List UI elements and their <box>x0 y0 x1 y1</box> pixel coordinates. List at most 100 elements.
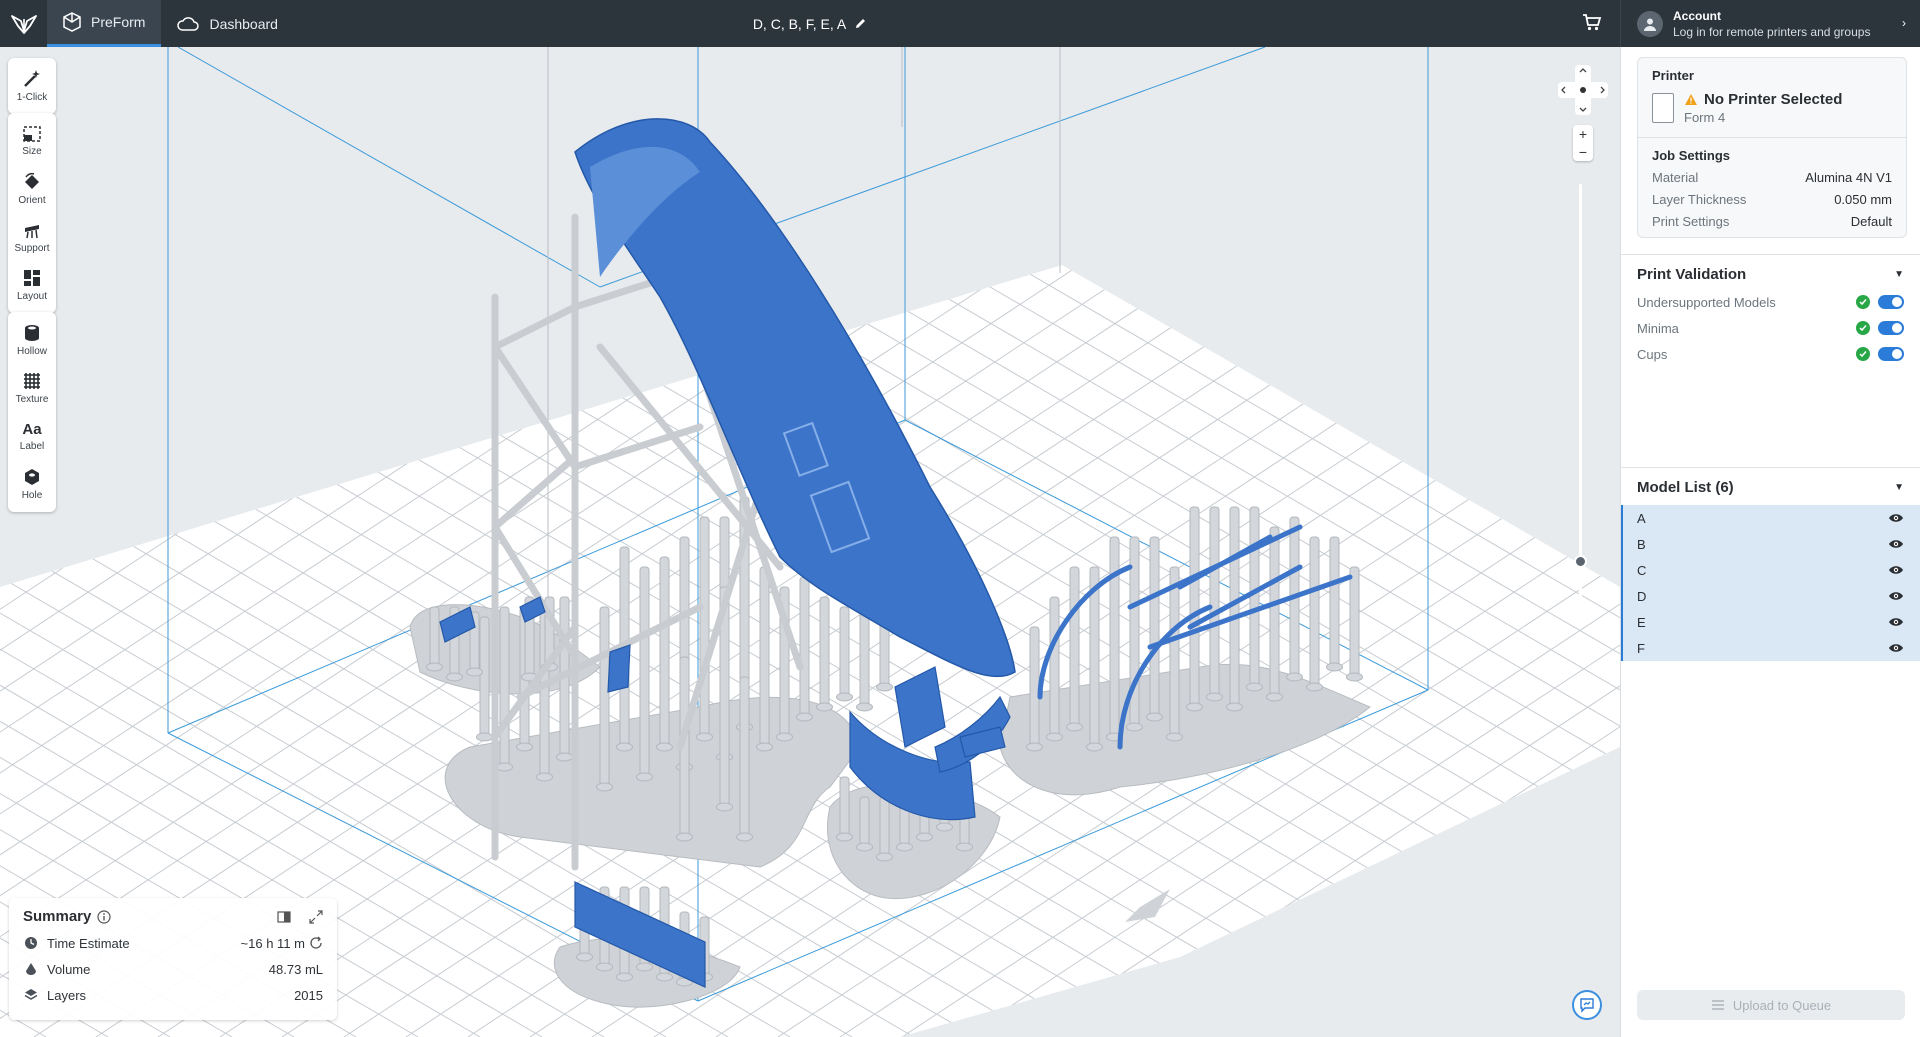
build-scene[interactable] <box>0 47 1620 1037</box>
check-icon <box>1856 321 1870 335</box>
tool-label-text[interactable]: Aa Label <box>8 412 56 460</box>
model-list-item[interactable]: B <box>1621 531 1920 557</box>
feedback-icon <box>1580 998 1594 1013</box>
model-name: B <box>1637 536 1646 552</box>
model-list-item[interactable]: E <box>1621 609 1920 635</box>
summary-label: Layers <box>47 987 87 1003</box>
orient-icon <box>25 172 39 189</box>
job-setting-key: Material <box>1652 170 1699 185</box>
model-list-item[interactable]: F <box>1621 635 1920 661</box>
volume-icon <box>23 961 39 977</box>
preform-icon <box>63 12 81 32</box>
model-list-item[interactable]: D <box>1621 583 1920 609</box>
hollow-icon <box>25 325 39 341</box>
toolbar-group-oneclick: 1-Click <box>8 58 56 114</box>
tool-support[interactable]: Support <box>8 213 56 261</box>
tool-label: Support <box>14 243 50 254</box>
check-icon <box>1856 295 1870 309</box>
layer-slider-handle[interactable] <box>1574 555 1587 568</box>
formlabs-logo-icon[interactable] <box>0 0 47 47</box>
account-button[interactable]: Account Log in for remote printers and g… <box>1620 0 1920 47</box>
tool-label: Texture <box>15 394 49 405</box>
validation-row: Minima <box>1621 315 1920 341</box>
model-list-header[interactable]: Model List (6) ▼ <box>1621 472 1920 502</box>
layers-icon <box>23 987 39 1003</box>
job-setting-row: Material Alumina 4N V1 <box>1652 170 1892 185</box>
expand-icon[interactable] <box>309 910 323 924</box>
summary-label: Time Estimate <box>47 935 130 951</box>
validation-label: Cups <box>1637 346 1668 362</box>
summary-row-layers: Layers 2015 <box>23 987 323 1003</box>
clock-icon <box>23 935 39 951</box>
texture-icon <box>24 373 40 389</box>
refresh-icon[interactable] <box>309 936 323 950</box>
cart-icon[interactable] <box>1582 12 1602 37</box>
pencil-icon[interactable] <box>854 17 867 30</box>
tab-preform[interactable]: PreForm <box>47 0 162 47</box>
avatar-icon <box>1637 10 1663 37</box>
panel-toggle-icon[interactable] <box>277 910 291 924</box>
zoom-in-button[interactable]: + <box>1579 126 1587 142</box>
tool-orient[interactable]: Orient <box>8 165 56 213</box>
summary-row-volume: Volume 48.73 mL <box>23 961 323 977</box>
tool-size[interactable]: Size <box>8 117 56 165</box>
tool-hole[interactable]: Hole <box>8 460 56 508</box>
eye-icon[interactable] <box>1888 565 1904 575</box>
job-settings-section[interactable]: Job Settings Material Alumina 4N V1 Layer… <box>1638 138 1906 237</box>
label-icon: Aa <box>22 420 42 438</box>
model-name: E <box>1637 614 1646 630</box>
model-list-item[interactable]: C <box>1621 557 1920 583</box>
validation-toggle[interactable] <box>1878 295 1904 309</box>
chevron-right-icon: › <box>1902 16 1906 30</box>
validation-label: Minima <box>1637 320 1679 336</box>
validation-label: Undersupported Models <box>1637 294 1776 310</box>
model-name: A <box>1637 510 1646 526</box>
tool-layout[interactable]: Layout <box>8 261 56 309</box>
print-validation-header[interactable]: Print Validation ▼ <box>1621 259 1920 289</box>
printer-icon <box>1652 93 1674 123</box>
queue-icon <box>1711 1000 1724 1010</box>
printer-job-card: Printer No Printer Selected Form 4 Job S… <box>1637 57 1907 238</box>
model-name: C <box>1637 562 1647 578</box>
zoom-out-button[interactable]: − <box>1579 144 1587 160</box>
job-setting-row: Print Settings Default <box>1652 214 1892 229</box>
summary-label: Volume <box>47 961 91 977</box>
preform-app: PreForm Dashboard D, C, B, F, E, A Accou… <box>0 0 1920 1037</box>
printer-section[interactable]: Printer No Printer Selected Form 4 <box>1638 58 1906 138</box>
model-list-title: Model List (6) <box>1637 478 1734 496</box>
validation-row: Undersupported Models <box>1621 289 1920 315</box>
eye-icon[interactable] <box>1888 513 1904 523</box>
tool-label: 1-Click <box>16 92 48 103</box>
job-settings-heading: Job Settings <box>1652 148 1731 163</box>
feedback-button[interactable] <box>1572 990 1602 1020</box>
eye-icon[interactable] <box>1888 617 1904 627</box>
tool-1-click[interactable]: 1-Click <box>8 62 56 110</box>
eye-icon[interactable] <box>1888 539 1904 549</box>
layer-slider-track[interactable] <box>1579 184 1582 609</box>
build-viewport[interactable]: 1-Click Size Orient Support Layout Hollo… <box>0 47 1620 1037</box>
tool-label: Hole <box>21 490 43 501</box>
upload-to-queue-button[interactable]: Upload to Queue <box>1637 990 1905 1020</box>
view-navigation-pad[interactable] <box>1558 65 1608 115</box>
top-bar: PreForm Dashboard D, C, B, F, E, A <box>0 0 1620 47</box>
job-setting-value: Alumina 4N V1 <box>1805 170 1892 185</box>
tool-hollow[interactable]: Hollow <box>8 316 56 364</box>
tab-dashboard-label: Dashboard <box>209 15 278 32</box>
document-title[interactable]: D, C, B, F, E, A <box>753 16 846 32</box>
info-icon[interactable] <box>97 909 111 924</box>
model-name: F <box>1637 640 1645 656</box>
validation-toggle[interactable] <box>1878 321 1904 335</box>
model-list: ABCDEF <box>1621 505 1920 661</box>
tool-texture[interactable]: Texture <box>8 364 56 412</box>
validation-toggle[interactable] <box>1878 347 1904 361</box>
account-title: Account <box>1673 8 1721 23</box>
eye-icon[interactable] <box>1888 643 1904 653</box>
toolbar-group-prepare: Size Orient Support Layout <box>8 113 56 313</box>
eye-icon[interactable] <box>1888 591 1904 601</box>
tab-dashboard[interactable]: Dashboard <box>161 0 294 47</box>
model-list-item[interactable]: A <box>1621 505 1920 531</box>
tool-label: Size <box>22 146 42 157</box>
summary-card: Summary Time Estimate ~16 h 11 m Volume … <box>9 898 337 1020</box>
print-validation-title: Print Validation <box>1637 265 1747 283</box>
tool-label: Layout <box>16 291 48 302</box>
